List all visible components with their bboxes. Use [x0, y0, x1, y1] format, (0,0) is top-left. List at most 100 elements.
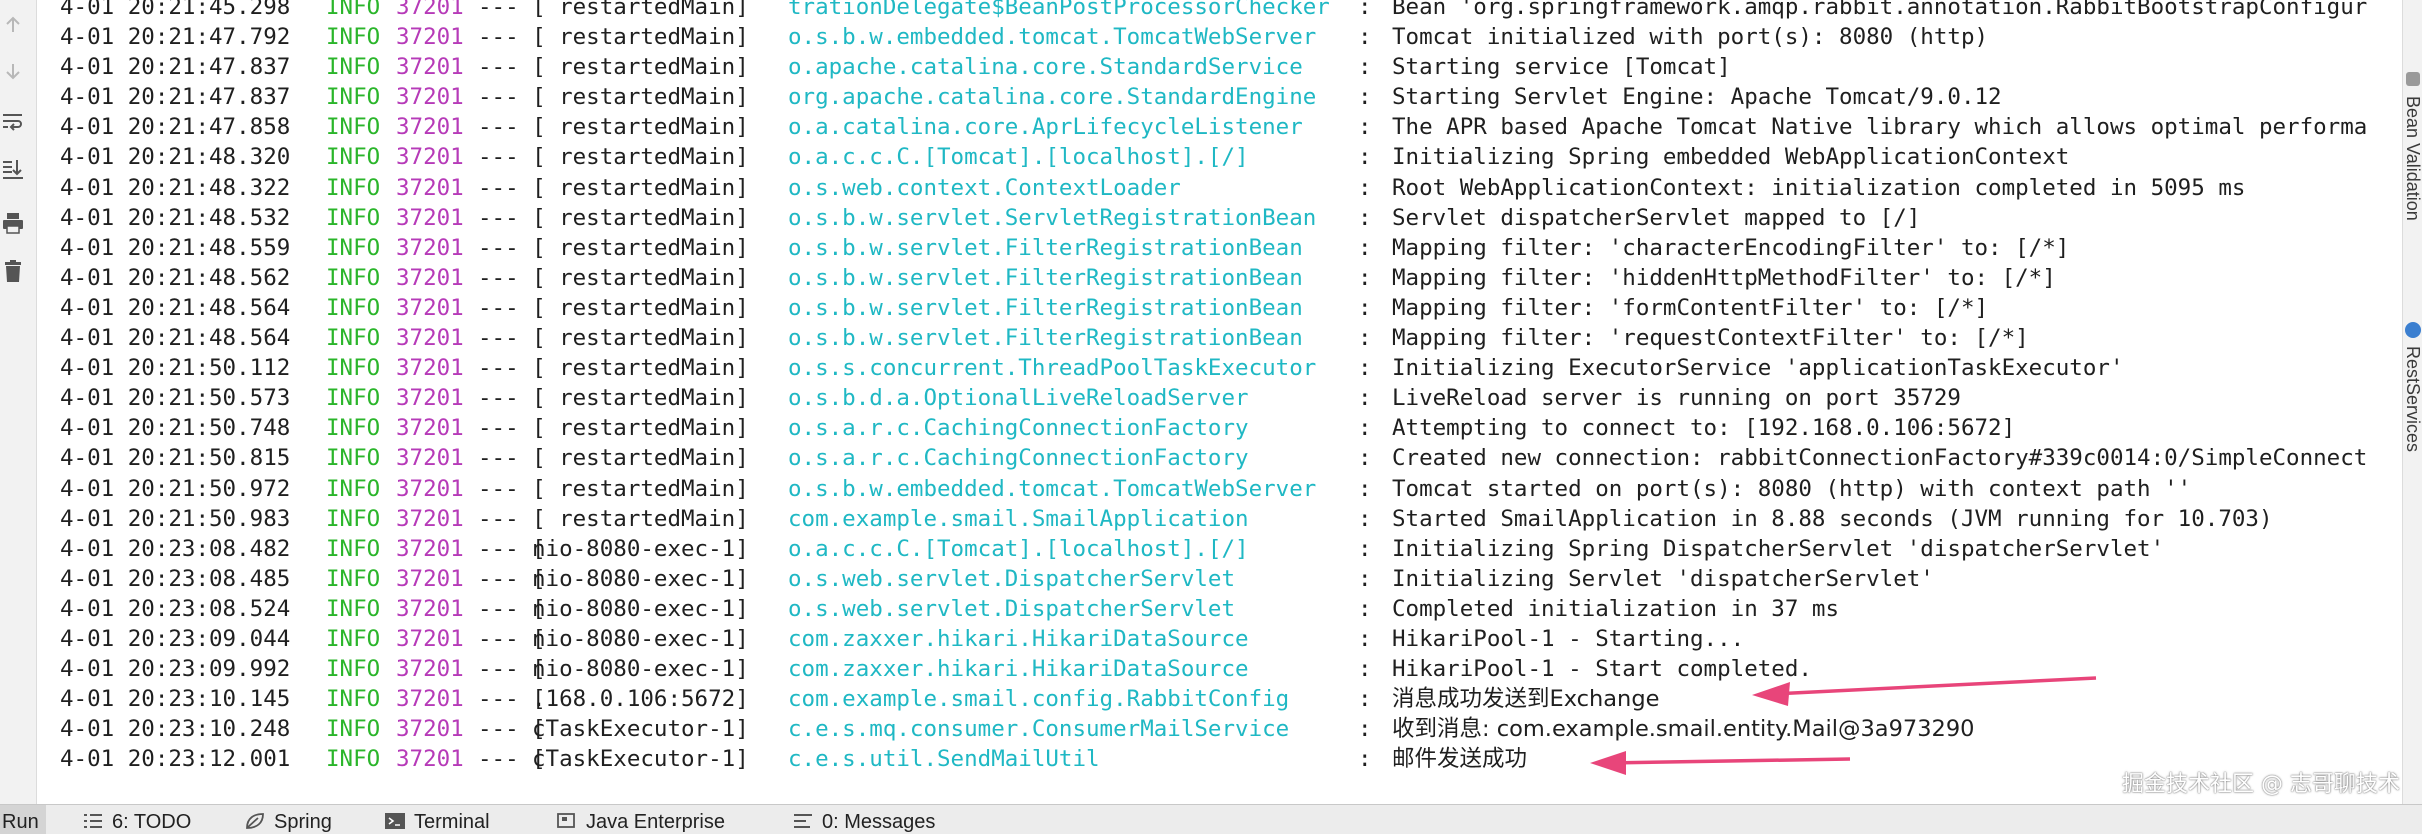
log-message: Bean 'org.springframework.amqp.rabbit.an… [1392, 0, 2368, 20]
log-message: Created new connection: rabbitConnection… [1392, 445, 2368, 472]
log-line: 4-01 20:21:48.564 INFO 37201 --- [ restarte… [42, 323, 2402, 353]
log-message: Initializing Spring DispatcherServlet 'd… [1392, 535, 2165, 562]
console-gutter [0, 0, 37, 804]
log-pid: 37201 [396, 625, 464, 652]
log-thread: nio-8080-exec-1] [532, 565, 749, 592]
log-line: 4-01 20:21:47.837 INFO 37201 --- [ restarte… [42, 52, 2402, 82]
log-message: Mapping filter: 'requestContextFilter' t… [1392, 325, 2029, 352]
log-level: INFO [326, 475, 381, 502]
log-timestamp: 4-01 20:23:08.485 [60, 565, 291, 592]
log-pid: 37201 [396, 144, 464, 171]
tab-spring[interactable]: Spring [244, 811, 332, 834]
log-pid: 37201 [396, 535, 464, 562]
log-thread: nio-8080-exec-1] [532, 535, 749, 562]
log-level: INFO [326, 385, 381, 412]
log-colon: : [1358, 174, 1372, 201]
scroll-up-icon[interactable] [0, 12, 26, 38]
log-thread: restartedMain] [532, 294, 749, 321]
scroll-down-icon[interactable] [0, 58, 26, 84]
scroll-to-end-icon[interactable] [0, 156, 26, 182]
log-message: Initializing ExecutorService 'applicatio… [1392, 355, 2124, 382]
log-line: 4-01 20:21:50.815 INFO 37201 --- [ restarte… [42, 443, 2402, 473]
log-colon: : [1358, 565, 1372, 592]
log-level: INFO [326, 415, 381, 442]
log-pid: 37201 [396, 746, 464, 773]
bean-validation-icon [2406, 72, 2420, 86]
log-level: INFO [326, 535, 381, 562]
log-logger: org.apache.catalina.core.StandardEngine [788, 84, 1317, 111]
log-level: INFO [326, 54, 381, 81]
log-logger: o.apache.catalina.core.StandardService [788, 54, 1303, 81]
log-line: 4-01 20:21:47.837 INFO 37201 --- [ restarte… [42, 82, 2402, 112]
log-message: Completed initialization in 37 ms [1392, 595, 1840, 622]
tab-messages-label: 0: Messages [822, 811, 936, 833]
log-line: 4-01 20:23:10.248 INFO 37201 --- [cTaskExec… [42, 714, 2402, 744]
log-line: 4-01 20:23:08.485 INFO 37201 --- [nio-8080-… [42, 564, 2402, 594]
log-colon: : [1358, 84, 1372, 111]
log-level: INFO [326, 355, 381, 382]
tab-todo[interactable]: 6: TODO [82, 811, 191, 834]
watermark: 掘金技术社区 @ 志哥聊技术 [2122, 772, 2400, 797]
log-pid: 37201 [396, 264, 464, 291]
log-pid: 37201 [396, 445, 464, 472]
log-timestamp: 4-01 20:21:48.562 [60, 264, 291, 291]
log-timestamp: 4-01 20:21:50.972 [60, 475, 291, 502]
soft-wrap-icon[interactable] [0, 108, 26, 134]
log-message: Servlet dispatcherServlet mapped to [/] [1392, 204, 1921, 231]
log-colon: : [1358, 294, 1372, 321]
log-message: Attempting to connect to: [192.168.0.106… [1392, 415, 2016, 442]
log-message: LiveReload server is running on port 357… [1392, 385, 1961, 412]
log-line: 4-01 20:21:47.858 INFO 37201 --- [ restarte… [42, 112, 2402, 142]
tab-terminal[interactable]: Terminal [384, 811, 490, 834]
log-colon: : [1358, 0, 1372, 20]
log-logger: o.s.b.w.embedded.tomcat.TomcatWebServer [788, 24, 1317, 51]
log-logger: o.s.s.concurrent.ThreadPoolTaskExecutor [788, 355, 1317, 382]
bean-validation-tab[interactable]: Bean Validation [2403, 96, 2422, 221]
log-line: 4-01 20:23:12.001 INFO 37201 --- [cTaskExec… [42, 744, 2402, 774]
log-colon: : [1358, 355, 1372, 382]
log-logger: trationDelegate$BeanPostProcessorChecker [788, 0, 1330, 20]
log-colon: : [1358, 204, 1372, 231]
log-pid: 37201 [396, 24, 464, 51]
log-level: INFO [326, 234, 381, 261]
rest-services-icon [2405, 322, 2421, 338]
log-timestamp: 4-01 20:21:50.748 [60, 415, 291, 442]
log-logger: o.a.c.c.C.[Tomcat].[localhost].[/] [788, 144, 1249, 171]
log-thread: restartedMain] [532, 84, 749, 111]
bottom-tool-bar: Run 6: TODO Spring Terminal Java Enterpr… [0, 804, 2422, 834]
log-logger: o.s.b.d.a.OptionalLiveReloadServer [788, 385, 1249, 412]
log-pid: 37201 [396, 355, 464, 382]
log-colon: : [1358, 325, 1372, 352]
print-icon[interactable] [0, 210, 26, 236]
log-logger: o.a.c.c.C.[Tomcat].[localhost].[/] [788, 535, 1249, 562]
console-output[interactable]: 4-01 20:21:45.298 INFO 37201 --- [ restarte… [42, 0, 2402, 804]
log-colon: : [1358, 656, 1372, 683]
log-line: 4-01 20:21:50.983 INFO 37201 --- [ restarte… [42, 504, 2402, 534]
log-logger: o.s.web.context.ContextLoader [788, 174, 1181, 201]
log-timestamp: 4-01 20:21:48.322 [60, 174, 291, 201]
log-timestamp: 4-01 20:23:08.482 [60, 535, 291, 562]
tab-run[interactable]: Run [0, 805, 46, 834]
clear-all-icon[interactable] [0, 258, 26, 284]
log-thread: restartedMain] [532, 174, 749, 201]
tab-java-enterprise[interactable]: Java Enterprise [556, 811, 725, 834]
log-colon: : [1358, 54, 1372, 81]
log-timestamp: 4-01 20:23:10.248 [60, 716, 291, 743]
log-level: INFO [326, 325, 381, 352]
log-level: INFO [326, 656, 381, 683]
log-thread: restartedMain] [532, 114, 749, 141]
log-colon: : [1358, 385, 1372, 412]
log-pid: 37201 [396, 294, 464, 321]
log-line: 4-01 20:23:09.044 INFO 37201 --- [nio-8080-… [42, 624, 2402, 654]
log-colon: : [1358, 234, 1372, 261]
log-level: INFO [326, 264, 381, 291]
log-thread: .168.0.106:5672] [532, 686, 749, 713]
log-timestamp: 4-01 20:23:12.001 [60, 746, 291, 773]
tab-messages[interactable]: 0: Messages [792, 811, 935, 834]
log-line: 4-01 20:21:50.573 INFO 37201 --- [ restarte… [42, 383, 2402, 413]
log-timestamp: 4-01 20:21:50.112 [60, 355, 291, 382]
log-level: INFO [326, 144, 381, 171]
run-tool-window: 4-01 20:21:45.298 INFO 37201 --- [ restarte… [0, 0, 2422, 834]
rest-services-tab[interactable]: RestServices [2403, 346, 2422, 452]
log-logger: c.e.s.mq.consumer.ConsumerMailService [788, 716, 1290, 743]
